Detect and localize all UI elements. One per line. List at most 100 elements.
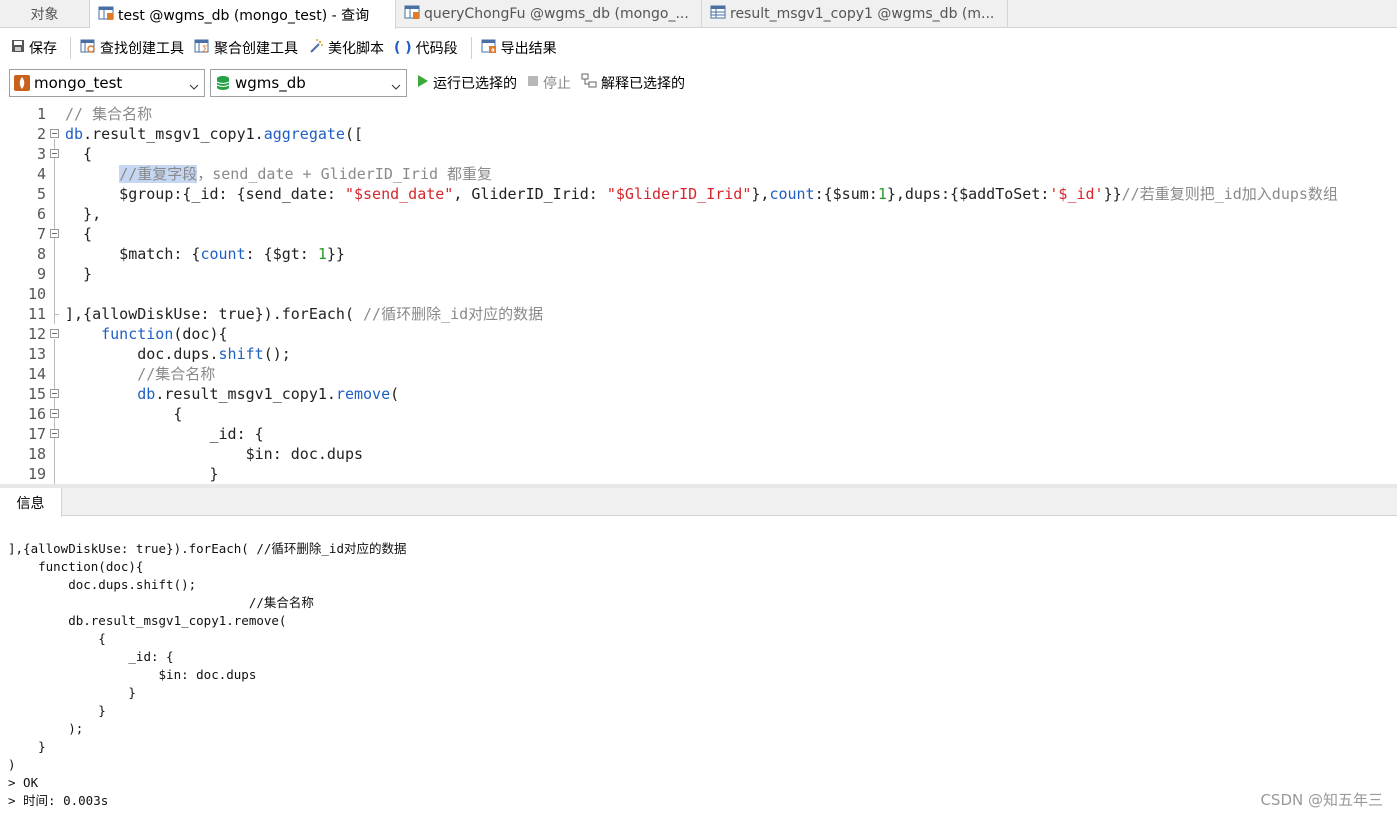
line-number: 7: [36, 225, 46, 243]
fold-toggle[interactable]: [50, 124, 60, 324]
output-line: $in: doc.dups: [8, 667, 257, 682]
magic-wand-icon: [308, 38, 324, 58]
chevron-down-icon: [189, 78, 199, 96]
table-icon: [710, 4, 726, 24]
tab-test-query[interactable]: test @wgms_db (mongo_test) - 查询: [90, 0, 396, 29]
line-number: 9: [36, 265, 46, 283]
output-line: }: [8, 739, 46, 754]
fold-end: [50, 304, 60, 324]
output-line: doc.dups.shift();: [8, 577, 197, 592]
line-number: 13: [27, 345, 46, 363]
snippet-button[interactable]: ( ) 代码段: [391, 35, 461, 61]
fold-toggle[interactable]: [50, 424, 60, 444]
watermark: CSDN @知五年三: [1260, 791, 1383, 809]
line-number: 1: [36, 105, 46, 123]
line-number: 10: [27, 285, 46, 303]
output-line: {: [8, 631, 106, 646]
line-number: 19: [27, 465, 46, 483]
output-line: > 时间: 0.003s: [8, 793, 109, 808]
code-line: }: [65, 265, 93, 283]
stop-button[interactable]: 停止: [527, 73, 571, 93]
code-editor[interactable]: 1 2 3 4 5 6 7 8 9 10 11 12 13 14 15 16 1…: [0, 104, 1397, 484]
save-icon: [11, 39, 25, 57]
code-line: _id: {: [65, 425, 264, 443]
line-number: 17: [27, 425, 46, 443]
line-number: 16: [27, 405, 46, 423]
mongodb-leaf-icon: [14, 75, 30, 91]
code-line: db.result_msgv1_copy1.remove(: [137, 385, 400, 403]
code-line: },: [65, 205, 102, 223]
tab-querychongfu[interactable]: queryChongFu @wgms_db (mongo_...: [396, 0, 702, 28]
code-line: $in: doc.dups: [65, 445, 364, 463]
code-line: }: [65, 465, 219, 483]
parentheses-icon: ( ): [394, 40, 412, 56]
output-line: ],{allowDiskUse: true}).forEach( //循环删除_…: [8, 541, 407, 556]
toolbar: 保存 查找创建工具 Σ 聚合创建工具 美化脚本 ( ) 代码段 导出结果: [0, 33, 1397, 63]
connection-bar: mongo_test wgms_db 运行已选择的 停止 解释已选择的: [0, 68, 1397, 98]
fold-toggle[interactable]: [50, 384, 60, 404]
code-line: // 集合名称: [65, 105, 153, 123]
line-number: 8: [36, 245, 46, 263]
line-number: 11: [27, 305, 46, 323]
line-number: 6: [36, 205, 46, 223]
fold-toggle[interactable]: [50, 324, 60, 484]
fold-toggle[interactable]: [50, 404, 60, 424]
svg-text:Σ: Σ: [202, 45, 208, 54]
line-number: 18: [27, 445, 46, 463]
code-line: db.result_msgv1_copy1.aggregate([: [65, 125, 364, 143]
save-button[interactable]: 保存: [8, 35, 60, 61]
explain-selected-button[interactable]: 解释已选择的: [581, 73, 685, 93]
tab-result-table[interactable]: result_msgv1_copy1 @wgms_db (m...: [702, 0, 1008, 28]
run-selected-button[interactable]: 运行已选择的: [417, 73, 517, 93]
output-line: }: [8, 703, 106, 718]
aggregate-builder-button[interactable]: Σ 聚合创建工具: [191, 35, 301, 61]
output-line: ): [8, 757, 16, 772]
line-number: 4: [36, 165, 46, 183]
explain-icon: [581, 73, 597, 93]
code-line: doc.dups.shift();: [65, 345, 291, 363]
output-line: > OK: [8, 775, 39, 790]
tab-objects[interactable]: 对象: [0, 0, 90, 28]
code-line: {: [65, 145, 93, 163]
tab-info[interactable]: 信息: [0, 488, 62, 517]
line-number-gutter: 1 2 3 4 5 6 7 8 9 10 11 12 13 14 15 16 1…: [0, 104, 48, 484]
fold-toggle[interactable]: [50, 144, 60, 164]
code-line: $match: {count: {$gt: 1}}: [65, 245, 345, 263]
line-number: 15: [27, 385, 46, 403]
find-builder-button[interactable]: 查找创建工具: [77, 35, 187, 61]
database-icon: [215, 75, 231, 91]
output-line: db.result_msgv1_copy1.remove(: [8, 613, 287, 628]
code-line: //重复字段，send_date + GliderID_Irid 都重复: [119, 165, 493, 183]
stop-icon: [527, 75, 539, 91]
database-select[interactable]: wgms_db: [210, 69, 407, 97]
result-tabs: 信息: [0, 488, 1397, 517]
code-line: {: [65, 405, 183, 423]
code-line: function(doc){: [101, 325, 228, 343]
query-icon: [98, 5, 114, 25]
line-number: 14: [27, 365, 46, 383]
code-line: {: [65, 225, 93, 243]
line-number: 2: [36, 125, 46, 143]
beautify-button[interactable]: 美化脚本: [305, 35, 387, 61]
connection-select[interactable]: mongo_test: [9, 69, 205, 97]
toolbar-divider: [70, 37, 71, 59]
line-number: 12: [27, 325, 46, 343]
export-icon: [481, 38, 497, 58]
tab-bar: 对象 test @wgms_db (mongo_test) - 查询 query…: [0, 0, 1397, 29]
output-line: );: [8, 721, 84, 736]
toolbar-divider: [470, 37, 472, 59]
aggregate-builder-icon: Σ: [194, 38, 210, 58]
export-results-button[interactable]: 导出结果: [478, 35, 560, 61]
line-number: 3: [36, 145, 46, 163]
fold-toggle[interactable]: [50, 224, 60, 244]
output-line: _id: {: [8, 649, 174, 664]
code-line: //集合名称: [137, 365, 216, 383]
output-line: //集合名称: [8, 595, 314, 610]
find-builder-icon: [80, 38, 96, 58]
line-number: 5: [36, 185, 46, 203]
play-icon: [417, 74, 429, 92]
chevron-down-icon: [391, 78, 401, 96]
query-icon: [404, 4, 420, 24]
code-line: ],{allowDiskUse: true}).forEach( //循环删除_…: [65, 305, 544, 323]
code-line: $group:{_id: {send_date: "$send_date", G…: [65, 185, 1338, 203]
